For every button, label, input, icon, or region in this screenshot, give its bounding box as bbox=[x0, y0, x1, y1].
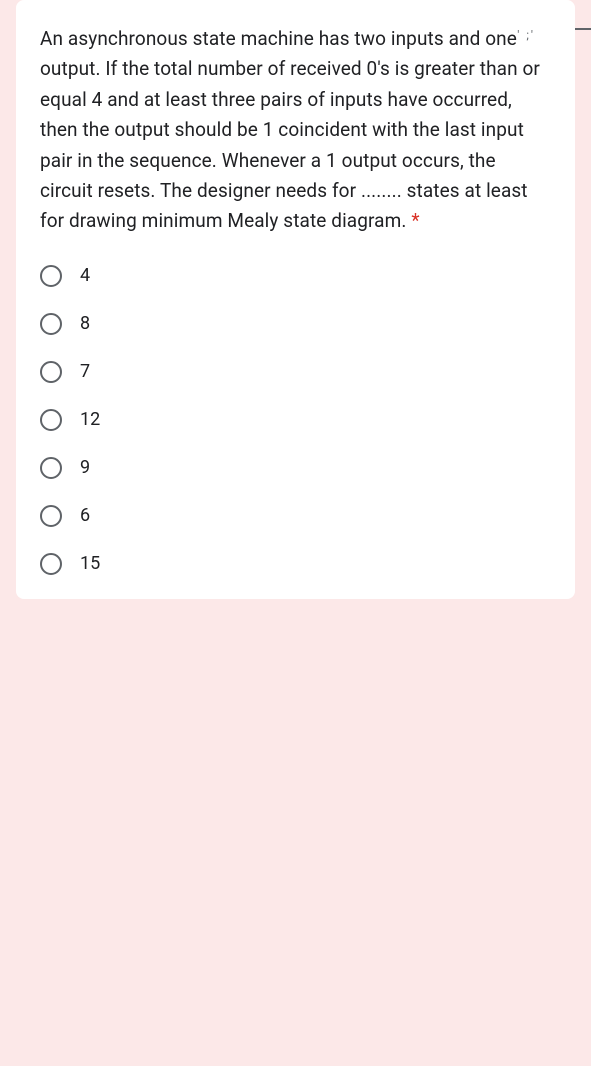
radio-icon bbox=[40, 361, 62, 383]
question-card: ' ;' An asynchronous state machine has t… bbox=[16, 0, 575, 599]
side-tick-mark bbox=[575, 28, 591, 30]
option-label: 4 bbox=[80, 265, 90, 286]
option-8[interactable]: 8 bbox=[40, 313, 551, 335]
radio-icon bbox=[40, 457, 62, 479]
option-4[interactable]: 4 bbox=[40, 265, 551, 287]
option-6[interactable]: 6 bbox=[40, 505, 551, 527]
option-15[interactable]: 15 bbox=[40, 553, 551, 575]
options-group: 4 8 7 12 9 6 15 bbox=[40, 265, 551, 575]
radio-icon bbox=[40, 409, 62, 431]
radio-icon bbox=[40, 313, 62, 335]
radio-icon bbox=[40, 505, 62, 527]
radio-icon bbox=[40, 553, 62, 575]
option-label: 7 bbox=[80, 361, 90, 382]
option-label: 12 bbox=[80, 409, 100, 430]
decoration-marks: ' ;' bbox=[517, 28, 535, 42]
option-label: 6 bbox=[80, 505, 90, 526]
option-7[interactable]: 7 bbox=[40, 361, 551, 383]
question-body: An asynchronous state machine has two in… bbox=[40, 27, 540, 232]
option-label: 8 bbox=[80, 313, 90, 334]
radio-icon bbox=[40, 265, 62, 287]
option-label: 15 bbox=[80, 553, 100, 574]
option-9[interactable]: 9 bbox=[40, 457, 551, 479]
option-label: 9 bbox=[80, 457, 90, 478]
option-12[interactable]: 12 bbox=[40, 409, 551, 431]
question-text: An asynchronous state machine has two in… bbox=[40, 24, 551, 237]
required-asterisk: * bbox=[411, 209, 419, 232]
